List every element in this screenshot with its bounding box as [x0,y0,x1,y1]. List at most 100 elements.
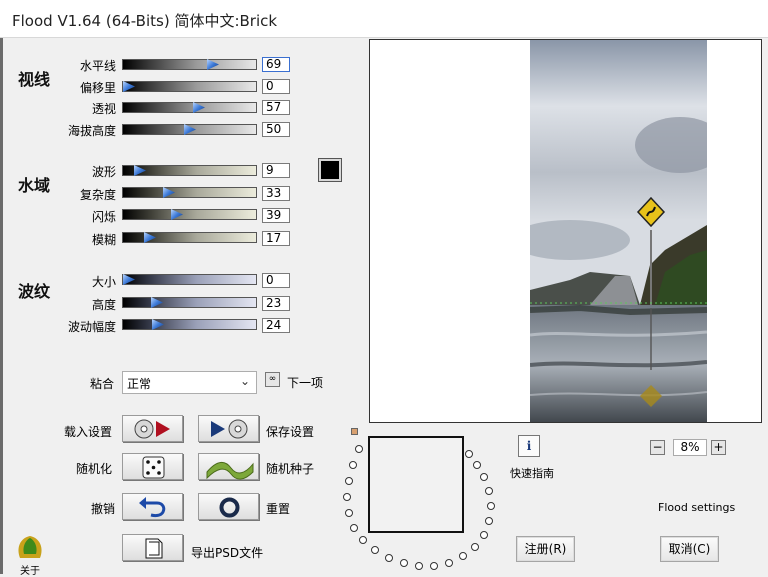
ripple-amplitude-slider-thumb[interactable] [152,319,164,330]
offset-slider[interactable] [122,81,257,92]
reset-button[interactable] [198,493,259,520]
zoom-out-button[interactable]: − [650,440,665,455]
export-psd-button[interactable] [122,534,183,561]
spinner-dot [371,546,379,554]
ripple-amplitude-slider[interactable] [122,319,257,330]
chevron-down-icon: ⌄ [239,374,250,388]
preview-canvas[interactable] [369,39,762,423]
altitude-slider[interactable] [122,124,257,135]
waves-slider-thumb[interactable] [134,165,146,176]
title-bar: Flood V1.64 (64-Bits) 简体中文:Brick [0,0,768,38]
load-settings-button[interactable] [122,415,183,442]
ripple-size-label: 大小 [91,275,116,289]
spinner-dot [343,493,351,501]
complexity-label: 复杂度 [79,188,116,202]
waves-value-field[interactable]: 9 [262,163,290,178]
glitter-slider[interactable] [122,209,257,220]
ripple-amplitude-label: 波动幅度 [67,320,116,334]
waves-slider[interactable] [122,165,257,176]
spinner-dot [480,473,488,481]
spinner-dot [485,487,493,495]
randomize-label: 随机化 [76,462,113,476]
spinner-dot [473,461,481,469]
info-icon[interactable]: i [518,435,540,457]
ripple-size-slider-thumb[interactable] [123,274,135,285]
spinner-dot [385,554,393,562]
quick-guide-label[interactable]: 快速指南 [510,465,554,481]
perspective-slider[interactable] [122,102,257,113]
reset-label: 重置 [266,502,291,516]
spinner-dot [480,531,488,539]
perspective-slider-thumb[interactable] [193,102,205,113]
undo-button[interactable] [122,493,183,520]
offset-value-field[interactable]: 0 [262,79,290,94]
spinner-dot [445,559,453,567]
waves-label: 波形 [91,165,116,179]
spinner-dot [400,559,408,567]
link-icon[interactable]: ∞ [265,372,280,387]
water-color-swatch[interactable] [318,158,342,182]
spinner-dot [487,502,495,510]
blend-label: 粘合 [90,377,115,391]
offset-slider-thumb[interactable] [123,81,135,92]
about-logo-icon[interactable] [14,532,46,562]
spinner-dot [350,524,358,532]
altitude-label: 海拔高度 [67,124,116,138]
export-psd-label: 导出PSD文件 [191,546,264,560]
dice-icon [142,456,165,479]
spinner-dot [459,552,467,560]
random-seed-button[interactable] [198,453,259,480]
horizon-slider[interactable] [122,59,257,70]
save-settings-button[interactable] [198,415,259,442]
thumbnail-preview [368,436,464,533]
undo-icon [139,497,166,518]
blur-slider[interactable] [122,232,257,243]
ripple-height-label: 高度 [91,298,116,312]
blur-value-field[interactable]: 17 [262,231,290,246]
load-settings-label: 载入设置 [64,425,113,439]
glitter-value-field[interactable]: 39 [262,208,290,223]
blend-mode-select[interactable]: 正常 ⌄ [122,371,257,394]
spinner-dot [355,445,363,453]
perspective-label: 透视 [91,102,116,116]
reset-icon [219,497,240,518]
blur-slider-thumb[interactable] [144,232,156,243]
ripple-amplitude-value-field[interactable]: 24 [262,318,290,333]
next-item-label[interactable]: 下一项 [287,374,323,391]
random-seed-label: 随机种子 [266,462,315,476]
ripple-size-value-field[interactable]: 0 [262,273,290,288]
load-settings-icon [134,419,170,439]
spinner-dot [430,562,438,570]
altitude-slider-thumb[interactable] [184,124,196,135]
undo-label: 撤销 [91,502,116,516]
ripple-height-slider[interactable] [122,297,257,308]
window-title: Flood V1.64 (64-Bits) 简体中文:Brick [12,12,278,30]
spinner-dot [485,517,493,525]
horizon-slider-thumb[interactable] [207,59,219,70]
randomize-button[interactable] [122,453,183,480]
altitude-value-field[interactable]: 50 [262,122,290,137]
complexity-slider-thumb[interactable] [163,187,175,198]
glitter-label: 闪烁 [91,210,116,224]
horizon-label: 水平线 [79,59,116,73]
complexity-value-field[interactable]: 33 [262,186,290,201]
ripple-height-slider-thumb[interactable] [151,297,163,308]
ripple-size-slider[interactable] [122,274,257,285]
spinner-dot [345,477,353,485]
offset-label: 偏移里 [79,81,116,95]
cancel-button[interactable]: 取消(C) [660,536,719,562]
ripple-height-value-field[interactable]: 23 [262,296,290,311]
blend-mode-value: 正常 [127,377,152,391]
zoom-in-button[interactable]: + [711,440,726,455]
horizon-value-field[interactable]: 69 [262,57,290,72]
spinner-dot [465,450,473,458]
left-frame-border [0,38,3,574]
about-label[interactable]: 关于 [20,562,40,577]
preview-image [530,40,707,422]
glitter-slider-thumb[interactable] [171,209,183,220]
wave-seed-icon [206,462,254,480]
perspective-value-field[interactable]: 57 [262,100,290,115]
complexity-slider[interactable] [122,187,257,198]
register-button[interactable]: 注册(R) [516,536,575,562]
spinner-dot [471,543,479,551]
